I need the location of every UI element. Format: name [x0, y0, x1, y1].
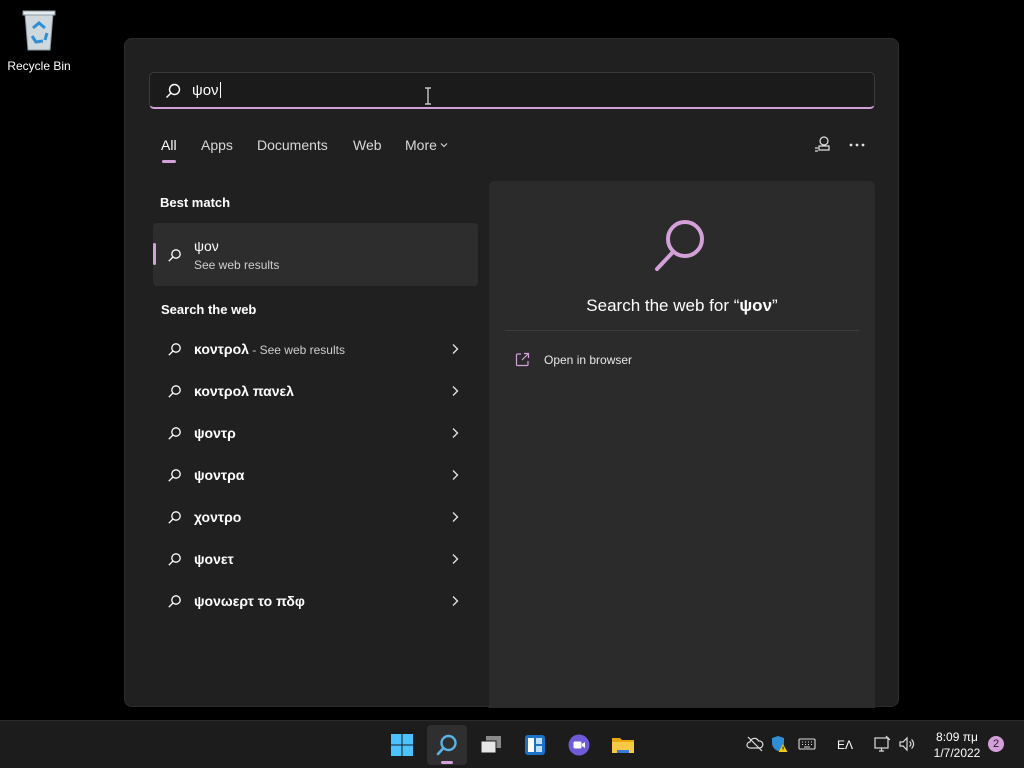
open-external-icon — [515, 352, 530, 367]
search-icon — [168, 553, 181, 566]
preview-title-prefix: Search the web for “ — [586, 296, 740, 315]
chat-camera-icon — [568, 734, 590, 756]
search-icon — [168, 427, 181, 440]
chevron-right-icon — [452, 554, 459, 564]
start-button[interactable] — [382, 725, 422, 765]
search-taskbar-button[interactable] — [427, 725, 467, 765]
search-query-text: ψον — [192, 82, 219, 99]
recycle-bin-label: Recycle Bin — [7, 59, 71, 73]
web-suggestion-item[interactable]: ψονετ — [153, 539, 478, 581]
recycle-bin-desktop-icon[interactable]: Recycle Bin — [6, 8, 72, 73]
clock-date: 1/7/2022 — [933, 746, 981, 760]
web-suggestion-text: χοντρο — [194, 509, 242, 525]
web-suggestion-item[interactable]: χοντρο — [153, 497, 478, 539]
clock[interactable]: 8:09 πμ 1/7/2022 — [922, 729, 992, 761]
search-icon — [168, 343, 181, 356]
recycle-bin-icon — [22, 10, 56, 51]
security-warning-icon[interactable] — [770, 735, 788, 753]
preview-pane: Search the web for “ψον” Open in browser — [489, 181, 875, 708]
taskbar: ΕΛ 8:09 πμ 1/7/2022 2 — [0, 720, 1024, 768]
tab-all[interactable]: All — [161, 137, 177, 163]
task-view-icon — [480, 736, 501, 754]
chevron-right-icon — [452, 428, 459, 438]
web-suggestion-item[interactable]: ψονωερτ το πδφ — [153, 581, 478, 623]
search-icon — [168, 385, 181, 398]
web-suggestion-item[interactable]: κοντρολ - See web results — [153, 329, 478, 371]
keyboard-icon[interactable] — [798, 735, 816, 753]
preview-title: Search the web for “ψον” — [489, 296, 875, 316]
web-suggestion-text: κοντρολ πανελ — [194, 383, 294, 399]
more-options-icon[interactable] — [846, 134, 868, 156]
volume-icon[interactable] — [898, 735, 916, 753]
web-suggestion-text: κοντρολ - See web results — [194, 341, 345, 357]
chat-button[interactable] — [559, 725, 599, 765]
web-suggestion-text: ψονωερτ το πδφ — [194, 593, 305, 609]
search-icon — [168, 511, 181, 524]
widgets-icon — [525, 735, 545, 755]
search-icon — [168, 595, 181, 608]
tab-more[interactable]: More — [405, 137, 448, 153]
search-input[interactable]: ψον — [149, 72, 875, 109]
task-view-button[interactable] — [471, 725, 511, 765]
text-cursor-icon — [425, 87, 431, 105]
preview-title-query: ψον — [739, 296, 773, 315]
search-panel: ψον All Apps Documents Web More Best mat… — [124, 38, 899, 708]
web-suggestion-hint: - See web results — [248, 343, 345, 357]
search-icon — [168, 469, 181, 482]
preview-title-suffix: ” — [772, 296, 778, 315]
input-language-indicator[interactable]: ΕΛ — [837, 738, 853, 752]
chevron-right-icon — [452, 596, 459, 606]
search-icon — [166, 83, 181, 98]
web-suggestion-item[interactable]: ψοντρ — [153, 413, 478, 455]
best-match-subtitle: See web results — [194, 258, 280, 272]
chevron-right-icon — [452, 386, 459, 396]
network-icon[interactable] — [873, 735, 891, 753]
web-suggestion-text: ψοντρα — [194, 467, 245, 483]
notification-badge[interactable]: 2 — [988, 736, 1004, 752]
chevron-right-icon — [452, 470, 459, 480]
search-feedback-icon[interactable] — [811, 134, 833, 156]
web-suggestion-query: κοντρολ — [194, 341, 249, 357]
onedrive-offline-icon[interactable] — [746, 735, 764, 753]
tab-apps[interactable]: Apps — [201, 137, 233, 153]
web-suggestion-text: ψοντρ — [194, 425, 236, 441]
best-match-result[interactable]: ψον See web results — [153, 223, 478, 286]
web-suggestion-text: ψονετ — [194, 551, 234, 567]
tab-web[interactable]: Web — [353, 137, 382, 153]
best-match-name: ψον — [194, 238, 219, 254]
tab-more-label: More — [405, 137, 437, 153]
search-icon — [436, 734, 457, 756]
best-match-heading: Best match — [160, 195, 231, 210]
web-suggestion-item[interactable]: κοντρολ πανελ — [153, 371, 478, 413]
windows-logo-icon — [391, 734, 413, 756]
search-the-web-heading: Search the web — [161, 302, 257, 317]
clock-time: 8:09 πμ — [936, 730, 978, 744]
chevron-right-icon — [452, 344, 459, 354]
search-icon — [168, 249, 181, 262]
file-explorer-button[interactable] — [603, 725, 643, 765]
search-icon — [655, 220, 704, 271]
web-suggestion-item[interactable]: ψοντρα — [153, 455, 478, 497]
chevron-right-icon — [452, 512, 459, 522]
chevron-down-icon — [440, 143, 448, 148]
folder-icon — [612, 738, 634, 753]
tab-documents[interactable]: Documents — [257, 137, 328, 153]
preview-divider — [505, 330, 859, 331]
widgets-button[interactable] — [515, 725, 555, 765]
open-in-browser-label: Open in browser — [544, 353, 633, 367]
